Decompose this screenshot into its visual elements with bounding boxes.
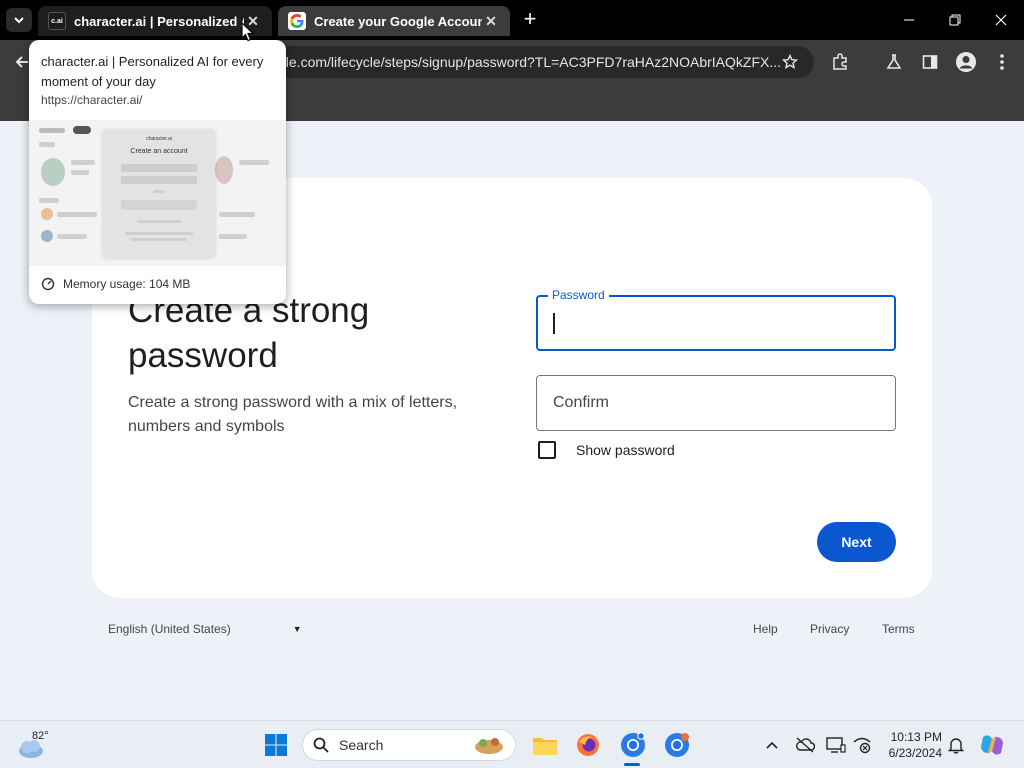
copilot-button[interactable]	[976, 729, 1008, 761]
gauge-icon	[41, 277, 55, 291]
more-vert-icon	[1000, 54, 1004, 70]
back-arrow-icon	[15, 56, 28, 68]
file-explorer-button[interactable]	[529, 729, 561, 761]
chrome-icon	[621, 732, 645, 757]
minimize-icon	[904, 19, 914, 21]
avatar-icon	[956, 52, 976, 72]
side-panel-button[interactable]	[918, 50, 942, 74]
close-window-button[interactable]	[978, 0, 1024, 40]
restore-button[interactable]	[932, 0, 978, 40]
show-password-label[interactable]: Show password	[576, 442, 675, 458]
new-tab-button[interactable]: +	[518, 8, 542, 32]
chrome-profile-button[interactable]	[661, 729, 693, 761]
tab-hover-card: character.ai | Personalized AI for every…	[29, 40, 286, 304]
character-ai-favicon: c.ai	[48, 12, 66, 30]
privacy-link[interactable]: Privacy	[810, 622, 849, 636]
tab-title: character.ai | Personalized AI for every…	[74, 13, 244, 29]
extensions-button[interactable]	[828, 50, 852, 74]
tab-strip: c.ai character.ai | Personalized AI for …	[0, 0, 1024, 40]
flask-icon	[886, 54, 902, 69]
bell-icon	[948, 738, 964, 754]
help-link[interactable]: Help	[753, 622, 778, 636]
google-favicon	[288, 12, 306, 30]
windows-logo-icon	[265, 734, 287, 756]
thumbnail-modal: character.ai Create an account	[103, 130, 215, 258]
chrome-profile-icon	[665, 733, 689, 757]
network-icon	[853, 737, 871, 754]
tab-google-account[interactable]: Create your Google Account ✕	[278, 6, 510, 36]
restore-icon	[949, 14, 961, 26]
tab-title: Create your Google Account	[314, 13, 482, 29]
active-app-indicator	[624, 763, 640, 766]
windows-taskbar: 82° Search 10:13 PM 6/23/2024	[0, 720, 1024, 768]
mouse-cursor-icon	[241, 22, 255, 42]
chevron-down-icon	[14, 17, 24, 24]
hover-card-title: character.ai | Personalized AI for every…	[41, 54, 264, 89]
show-password-row[interactable]: Show password	[538, 441, 675, 459]
show-password-checkbox[interactable]	[538, 441, 556, 459]
tab-search-button[interactable]	[6, 8, 32, 32]
minimize-button[interactable]	[886, 0, 932, 40]
password-field[interactable]: Password	[536, 288, 896, 351]
bookmark-star-button[interactable]	[778, 50, 802, 74]
copilot-icon	[981, 735, 1003, 755]
confirm-field[interactable]: Confirm	[536, 375, 896, 431]
clock-time: 10:13 PM	[890, 730, 942, 744]
cloud-off-icon	[796, 737, 815, 753]
search-label: Search	[339, 737, 384, 753]
next-button[interactable]: Next	[817, 522, 896, 562]
clock-date: 6/23/2024	[888, 746, 942, 760]
chevron-up-icon	[766, 741, 778, 749]
page-subtitle: Create a strong password with a mix of l…	[128, 394, 458, 435]
system-clock[interactable]: 10:13 PM 6/23/2024	[884, 729, 942, 761]
puzzle-icon	[833, 53, 847, 70]
tab-preview-thumbnail: character.ai Create an account	[29, 120, 286, 266]
network-button[interactable]	[846, 729, 878, 761]
google-g-icon	[290, 14, 304, 28]
show-hidden-icons-button[interactable]	[756, 729, 788, 761]
terms-link[interactable]: Terms	[882, 622, 915, 636]
search-highlight-icon	[475, 738, 503, 754]
onedrive-button[interactable]	[789, 729, 821, 761]
password-input[interactable]	[538, 297, 894, 349]
memory-usage-text: Memory usage: 104 MB	[63, 277, 191, 291]
chrome-button[interactable]	[617, 729, 649, 761]
folder-icon	[533, 738, 557, 755]
close-icon[interactable]: ✕	[482, 13, 500, 30]
confirm-input[interactable]	[537, 376, 895, 430]
tab-character-ai[interactable]: c.ai character.ai | Personalized AI for …	[38, 6, 272, 36]
hover-card-url: https://character.ai/	[41, 93, 143, 107]
firefox-icon	[577, 734, 599, 756]
dropdown-arrow-icon: ▼	[292, 624, 302, 634]
menu-button[interactable]	[990, 50, 1014, 74]
close-icon	[995, 14, 1007, 26]
search-icon	[313, 737, 329, 753]
temperature: 82°	[32, 730, 49, 742]
start-button[interactable]	[260, 729, 292, 761]
taskbar-search[interactable]: Search	[302, 729, 516, 761]
language-selector[interactable]: English (United States) ▼	[108, 622, 302, 636]
firefox-button[interactable]	[572, 729, 604, 761]
star-icon	[782, 54, 798, 70]
side-panel-icon	[922, 55, 938, 69]
notifications-button[interactable]	[940, 729, 972, 761]
language-label: English (United States)	[108, 622, 231, 636]
memory-usage: Memory usage: 104 MB	[41, 277, 190, 291]
profile-button[interactable]	[954, 50, 978, 74]
labs-button[interactable]	[882, 50, 906, 74]
monitor-icon	[826, 737, 846, 753]
